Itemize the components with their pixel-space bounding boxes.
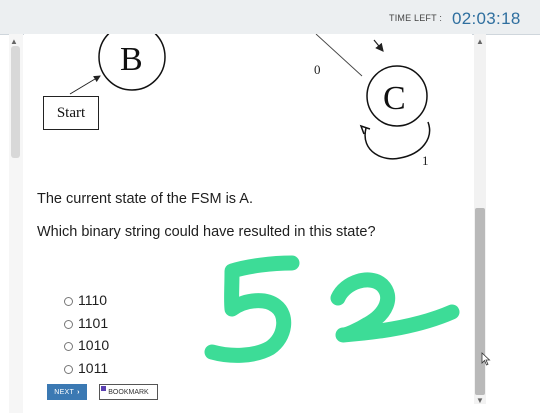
- radio-option-1[interactable]: [64, 297, 73, 307]
- start-label: Start: [56, 104, 86, 121]
- next-button[interactable]: NEXT ›: [47, 384, 87, 400]
- question-line-2: Which binary string could have resulted …: [37, 224, 376, 240]
- chevron-right-icon: ›: [77, 388, 80, 396]
- transition-arrow-top: [373, 39, 384, 52]
- option-3[interactable]: 1010: [64, 334, 109, 357]
- top-bar: TIME LEFT : 02:03:18: [0, 0, 540, 35]
- question-panel: B 0 C 1 Start The current state of the F…: [24, 34, 472, 413]
- option-2-label: 1101: [78, 314, 109, 331]
- bookmark-flag-icon: [101, 386, 106, 391]
- self-loop-c: [364, 121, 431, 160]
- option-1-label: 1110: [78, 292, 108, 309]
- scroll-up-icon[interactable]: ▲: [476, 37, 484, 46]
- start-box: Start: [43, 96, 99, 130]
- time-left-label: TIME LEFT :: [389, 13, 443, 23]
- option-3-label: 1010: [78, 337, 110, 354]
- time-left-value: 02:03:18: [452, 9, 521, 28]
- start-arrow: [69, 75, 101, 95]
- bookmark-button[interactable]: BOOKMARK: [99, 384, 158, 400]
- bookmark-button-label: BOOKMARK: [108, 388, 149, 396]
- answer-options: 1110 1101 1010 1011: [64, 289, 109, 379]
- scroll-down-icon[interactable]: ▼: [476, 396, 484, 405]
- next-button-label: NEXT: [54, 388, 75, 396]
- option-4-label: 1011: [78, 359, 109, 376]
- option-1[interactable]: 1110: [64, 289, 109, 312]
- left-scrollbar-thumb[interactable]: [11, 46, 20, 158]
- left-scroll-up-icon[interactable]: ▲: [10, 37, 18, 46]
- edge-label-1: 1: [422, 153, 429, 168]
- radio-option-3[interactable]: [64, 342, 73, 352]
- transition-line-top: [315, 34, 363, 77]
- radio-option-4[interactable]: [64, 364, 73, 374]
- right-scrollbar-thumb[interactable]: [475, 208, 485, 395]
- question-line-1: The current state of the FSM is A.: [37, 191, 253, 207]
- edge-label-0: 0: [314, 62, 321, 77]
- option-2[interactable]: 1101: [64, 312, 109, 335]
- radio-option-2[interactable]: [64, 319, 73, 329]
- option-4[interactable]: 1011: [64, 357, 109, 380]
- state-c-label: C: [383, 80, 406, 117]
- mouse-cursor-icon: [481, 352, 491, 366]
- state-b-label: B: [120, 41, 143, 78]
